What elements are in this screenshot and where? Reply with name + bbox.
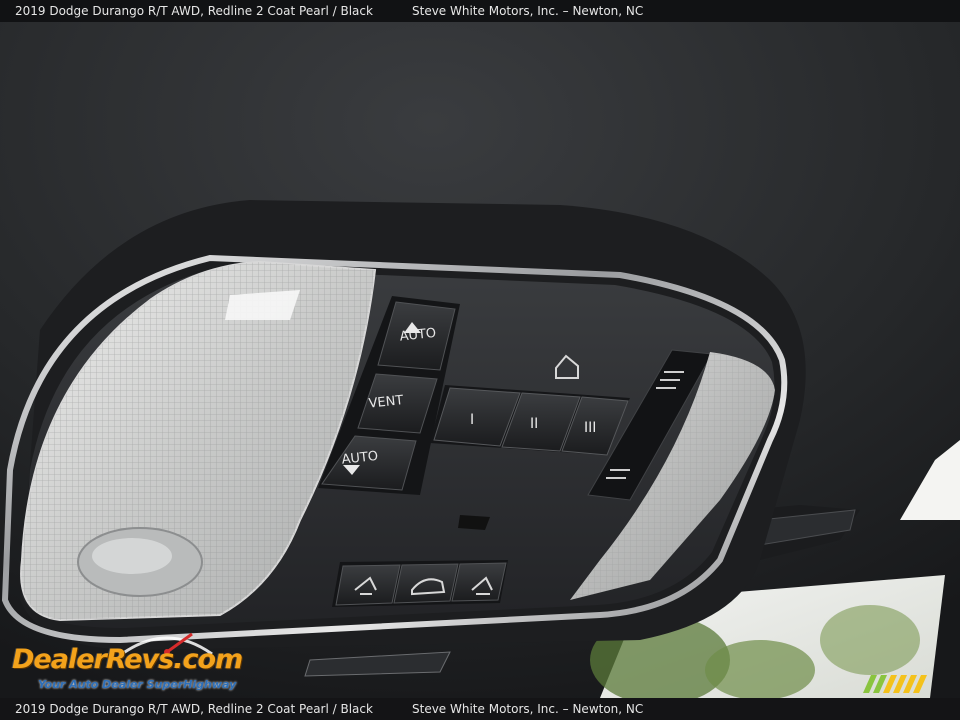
watermark-tagline: Your Auto Dealer SuperHighway — [38, 678, 237, 691]
overhead-console-photo: AUTO VENT AUTO I II III — [0, 22, 960, 698]
garage-button-1-label: I — [470, 412, 474, 428]
caption-bar-top: 2019 Dodge Durango R/T AWD, Redline 2 Co… — [0, 0, 960, 22]
dealer-caption: Steve White Motors, Inc. – Newton, NC — [412, 4, 644, 18]
dealer-caption-bottom: Steve White Motors, Inc. – Newton, NC — [412, 702, 644, 716]
garage-button-3-label: III — [584, 420, 596, 436]
dealer-stripes-logo — [863, 675, 927, 693]
garage-button-2-label: II — [530, 416, 538, 432]
watermark-brand: DealerRevs.com — [12, 644, 243, 675]
caption-bar-bottom: 2019 Dodge Durango R/T AWD, Redline 2 Co… — [0, 698, 960, 720]
dealerrevs-watermark: DealerRevs.com Your Auto Dealer SuperHig… — [12, 628, 262, 696]
vehicle-caption-bottom: 2019 Dodge Durango R/T AWD, Redline 2 Co… — [15, 702, 373, 716]
vehicle-caption: 2019 Dodge Durango R/T AWD, Redline 2 Co… — [15, 4, 373, 18]
